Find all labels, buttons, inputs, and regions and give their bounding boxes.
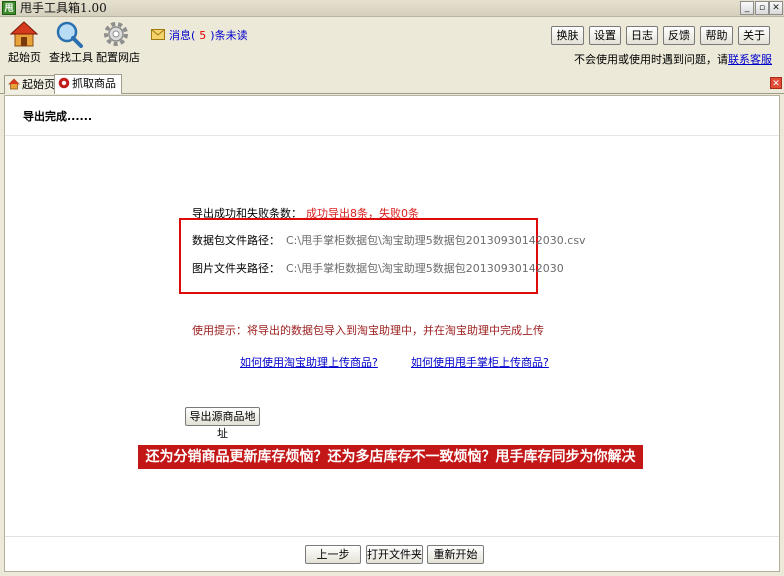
- app-window: 甩 甩手工具箱1.00 _ ▫ ✕ 起始页 查找工具 配置网店 消息(5)条…: [0, 0, 784, 576]
- unread-messages[interactable]: 消息(5)条未读: [151, 27, 248, 43]
- tool-start-page[interactable]: 起始页: [8, 20, 41, 65]
- app-icon: 甩: [2, 1, 16, 15]
- title-bar: 甩 甩手工具箱1.00 _ ▫ ✕: [0, 0, 784, 17]
- close-window-button[interactable]: ✕: [769, 1, 783, 15]
- tool-label: 查找工具: [49, 51, 93, 64]
- previous-step-button[interactable]: 上一步: [305, 545, 361, 564]
- tab-grab-products[interactable]: 抓取商品: [54, 74, 122, 94]
- image-path-value: C:\甩手掌柜数据包\淘宝助理5数据包20130930142030: [286, 262, 564, 275]
- message-suffix: )条未读: [210, 29, 248, 42]
- message-count: 5: [199, 29, 207, 42]
- tool-find[interactable]: 查找工具: [49, 20, 93, 65]
- tool-label: 起始页: [8, 51, 41, 64]
- skin-button[interactable]: 换肤: [551, 26, 584, 45]
- about-button[interactable]: 关于: [738, 26, 770, 45]
- package-path-label: 数据包文件路径：: [192, 234, 280, 247]
- taobao-assistant-upload-link[interactable]: 如何使用淘宝助理上传商品?: [240, 354, 378, 370]
- restart-button[interactable]: 重新开始: [427, 545, 484, 564]
- gear-icon: [104, 22, 128, 46]
- tab-start-page[interactable]: 起始页: [4, 75, 61, 94]
- footer-divider: [5, 536, 779, 537]
- grab-icon: [58, 77, 70, 89]
- contact-support-link[interactable]: 联系客服: [728, 53, 772, 66]
- feedback-button[interactable]: 反馈: [663, 26, 695, 45]
- image-path-row: 图片文件夹路径： C:\甩手掌柜数据包\淘宝助理5数据包2013093014203…: [192, 260, 564, 276]
- magnifier-icon: [56, 21, 83, 48]
- image-path-label: 图片文件夹路径：: [192, 262, 280, 275]
- tab-label: 抓取商品: [72, 77, 116, 90]
- main-toolbar: 起始页 查找工具 配置网店 消息(5)条未读 换肤 设置 日志 反馈 帮助 …: [0, 18, 784, 70]
- home-icon: [9, 21, 39, 47]
- tool-label: 配置网店: [96, 51, 140, 64]
- usage-tip: 使用提示：将导出的数据包导入到淘宝助理中，并在淘宝助理中完成上传: [192, 324, 544, 337]
- log-button[interactable]: 日志: [626, 26, 658, 45]
- inventory-sync-banner[interactable]: 还为分销商品更新库存烦恼？还为多店库存不一致烦恼？甩手库存同步为你解决: [138, 445, 643, 469]
- minimize-button[interactable]: _: [740, 1, 754, 15]
- highlight-box: [179, 218, 538, 294]
- status-header: 导出完成......: [5, 96, 779, 136]
- tab-label: 起始页: [22, 78, 55, 91]
- content-panel: 导出完成...... 导出成功和失败条数： 成功导出8条，失败0条 数据包文件路径…: [4, 95, 780, 572]
- open-folder-button[interactable]: 打开文件夹: [366, 545, 423, 564]
- envelope-icon: [151, 29, 165, 40]
- help-text: 不会使用或使用时遇到问题，请: [574, 53, 728, 66]
- home-icon: [8, 78, 20, 90]
- message-prefix: 消息(: [169, 29, 196, 42]
- export-status: 导出完成......: [23, 110, 93, 123]
- window-title: 甩手工具箱1.00: [20, 1, 107, 15]
- package-path-value: C:\甩手掌柜数据包\淘宝助理5数据包20130930142030.csv: [286, 234, 586, 247]
- export-source-urls-button[interactable]: 导出源商品地址: [185, 407, 260, 440]
- package-path-row: 数据包文件路径： C:\甩手掌柜数据包\淘宝助理5数据包2013093014203…: [192, 232, 586, 248]
- help-button[interactable]: 帮助: [700, 26, 733, 45]
- tool-config-shop[interactable]: 配置网店: [96, 20, 140, 65]
- shuaishou-upload-link[interactable]: 如何使用甩手掌柜上传商品?: [411, 354, 549, 370]
- close-tab-icon[interactable]: ✕: [770, 77, 782, 89]
- restore-button[interactable]: ▫: [755, 1, 769, 15]
- settings-button[interactable]: 设置: [589, 26, 621, 45]
- help-line: 不会使用或使用时遇到问题，请联系客服: [574, 51, 772, 67]
- tab-bar: 起始页 抓取商品 ✕: [0, 72, 784, 94]
